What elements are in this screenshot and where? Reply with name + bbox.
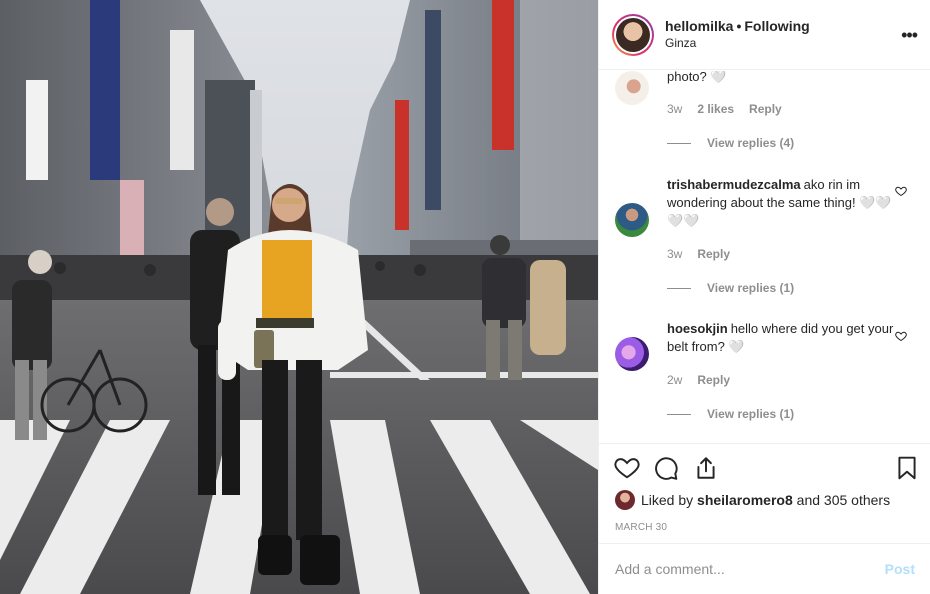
more-options-icon[interactable]: ••• bbox=[901, 26, 918, 44]
post-details-panel: hellomilka • Following Ginza ••• photo? 🤍 … bbox=[598, 0, 930, 594]
replies-divider bbox=[667, 413, 691, 415]
comment-like-heart-icon[interactable] bbox=[895, 330, 907, 342]
author-avatar-frame bbox=[614, 15, 652, 54]
reply-button[interactable]: Reply bbox=[749, 102, 782, 116]
view-replies-button[interactable]: View replies (4) bbox=[667, 136, 794, 150]
street-photo bbox=[0, 0, 598, 594]
replies-divider bbox=[667, 142, 691, 144]
liker-avatar[interactable] bbox=[615, 490, 635, 510]
view-replies-label: View replies (1) bbox=[707, 281, 795, 295]
heart-icon[interactable] bbox=[614, 455, 640, 481]
reply-button[interactable]: Reply bbox=[697, 373, 730, 387]
author-avatar-image bbox=[616, 17, 650, 52]
comment-time[interactable]: 3w bbox=[667, 102, 682, 116]
post-date[interactable]: MARCH 30 bbox=[615, 522, 667, 533]
commenter-avatar[interactable] bbox=[615, 71, 649, 105]
post-photo[interactable] bbox=[0, 0, 598, 594]
comments-list[interactable]: photo? 🤍 3w 2 likes Reply View replies (… bbox=[599, 71, 930, 443]
comment-like-heart-icon[interactable] bbox=[895, 185, 907, 197]
view-replies-button[interactable]: View replies (1) bbox=[667, 281, 794, 295]
comment-meta: 2w Reply bbox=[667, 373, 730, 387]
comment-composer: Post bbox=[599, 543, 930, 594]
comment-icon[interactable] bbox=[653, 455, 679, 481]
comment-meta: 3w Reply bbox=[667, 247, 730, 261]
comment-text: hoesokjin hello where did you get your be… bbox=[667, 320, 895, 356]
comment-username[interactable]: hoesokjin bbox=[667, 321, 728, 336]
share-icon[interactable] bbox=[693, 455, 719, 481]
view-replies-button[interactable]: View replies (1) bbox=[667, 407, 794, 421]
liked-by-others[interactable]: and 305 others bbox=[797, 492, 890, 508]
likes-summary[interactable]: Liked by sheilaromero8 and 305 others bbox=[615, 490, 890, 510]
comment-time[interactable]: 2w bbox=[667, 373, 682, 387]
header-separator: • bbox=[736, 18, 742, 35]
author-info: hellomilka • Following Ginza bbox=[665, 18, 810, 50]
post-header: hellomilka • Following Ginza ••• bbox=[599, 0, 930, 70]
comment-username[interactable]: trishabermudezcalma bbox=[667, 177, 801, 192]
comment-like-count[interactable]: 2 likes bbox=[697, 102, 734, 116]
bookmark-icon[interactable] bbox=[894, 455, 920, 481]
commenter-avatar[interactable] bbox=[615, 203, 649, 237]
comment-time[interactable]: 3w bbox=[667, 247, 682, 261]
instagram-post-modal: hellomilka • Following Ginza ••• photo? 🤍 … bbox=[0, 0, 930, 594]
comment-item: trishabermudezcalma ako rin im wondering … bbox=[599, 176, 930, 301]
comment-item: photo? 🤍 3w 2 likes Reply View replies (… bbox=[599, 71, 930, 171]
author-line: hellomilka • Following bbox=[665, 18, 810, 35]
comment-text: photo? 🤍 bbox=[667, 71, 727, 84]
post-comment-button[interactable]: Post bbox=[885, 561, 915, 577]
comment-input[interactable] bbox=[615, 561, 885, 577]
comment-meta: 3w 2 likes Reply bbox=[667, 102, 782, 116]
view-replies-label: View replies (1) bbox=[707, 407, 795, 421]
comment-text: trishabermudezcalma ako rin im wondering … bbox=[667, 176, 895, 230]
author-username[interactable]: hellomilka bbox=[665, 18, 733, 34]
liked-by-username[interactable]: sheilaromero8 bbox=[697, 492, 793, 508]
post-location[interactable]: Ginza bbox=[665, 36, 810, 50]
reply-button[interactable]: Reply bbox=[697, 247, 730, 261]
comment-item: hoesokjin hello where did you get your be… bbox=[599, 320, 930, 430]
post-actions: Liked by sheilaromero8 and 305 others MA… bbox=[599, 443, 930, 543]
commenter-avatar[interactable] bbox=[615, 337, 649, 371]
liked-by-prefix: Liked by bbox=[641, 492, 694, 508]
view-replies-label: View replies (4) bbox=[707, 136, 795, 150]
replies-divider bbox=[667, 287, 691, 289]
follow-status-button[interactable]: Following bbox=[744, 18, 809, 34]
author-avatar[interactable] bbox=[612, 13, 654, 56]
